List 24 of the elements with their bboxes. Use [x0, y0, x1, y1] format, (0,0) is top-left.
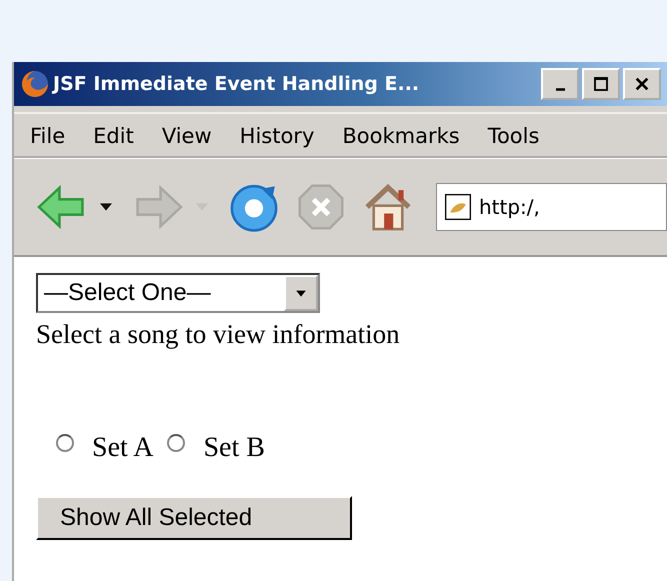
close-icon	[634, 76, 650, 92]
radio-button[interactable]	[56, 434, 74, 452]
site-icon	[445, 194, 471, 220]
window-title: JSF Immediate Event Handling E...	[53, 73, 420, 95]
info-message: Select a song to view information	[36, 319, 401, 350]
song-dropdown[interactable]: —Select One—	[36, 273, 320, 313]
close-button[interactable]	[623, 68, 661, 100]
menu-item[interactable]: Tools	[480, 122, 552, 150]
menu-item[interactable]: History	[232, 122, 326, 150]
radio-button[interactable]	[167, 434, 186, 452]
maximize-button[interactable]	[582, 68, 620, 100]
dropdown-caret-icon[interactable]	[100, 203, 112, 211]
menu-item[interactable]: View	[154, 122, 224, 150]
menu-item[interactable]: Edit	[85, 122, 146, 150]
radio-label[interactable]: Set A	[92, 432, 154, 464]
menu-item[interactable]: File	[22, 122, 78, 150]
minimize-button[interactable]	[541, 68, 579, 100]
show-all-selected-button[interactable]: Show All Selected	[36, 496, 352, 540]
minimize-icon	[556, 88, 564, 90]
menu-item[interactable]: Bookmarks	[334, 122, 472, 150]
radio-label[interactable]: Set B	[203, 432, 265, 464]
address-field[interactable]: http:/,	[436, 183, 667, 231]
browser-logo-icon	[20, 69, 50, 99]
maximize-icon	[593, 76, 609, 92]
